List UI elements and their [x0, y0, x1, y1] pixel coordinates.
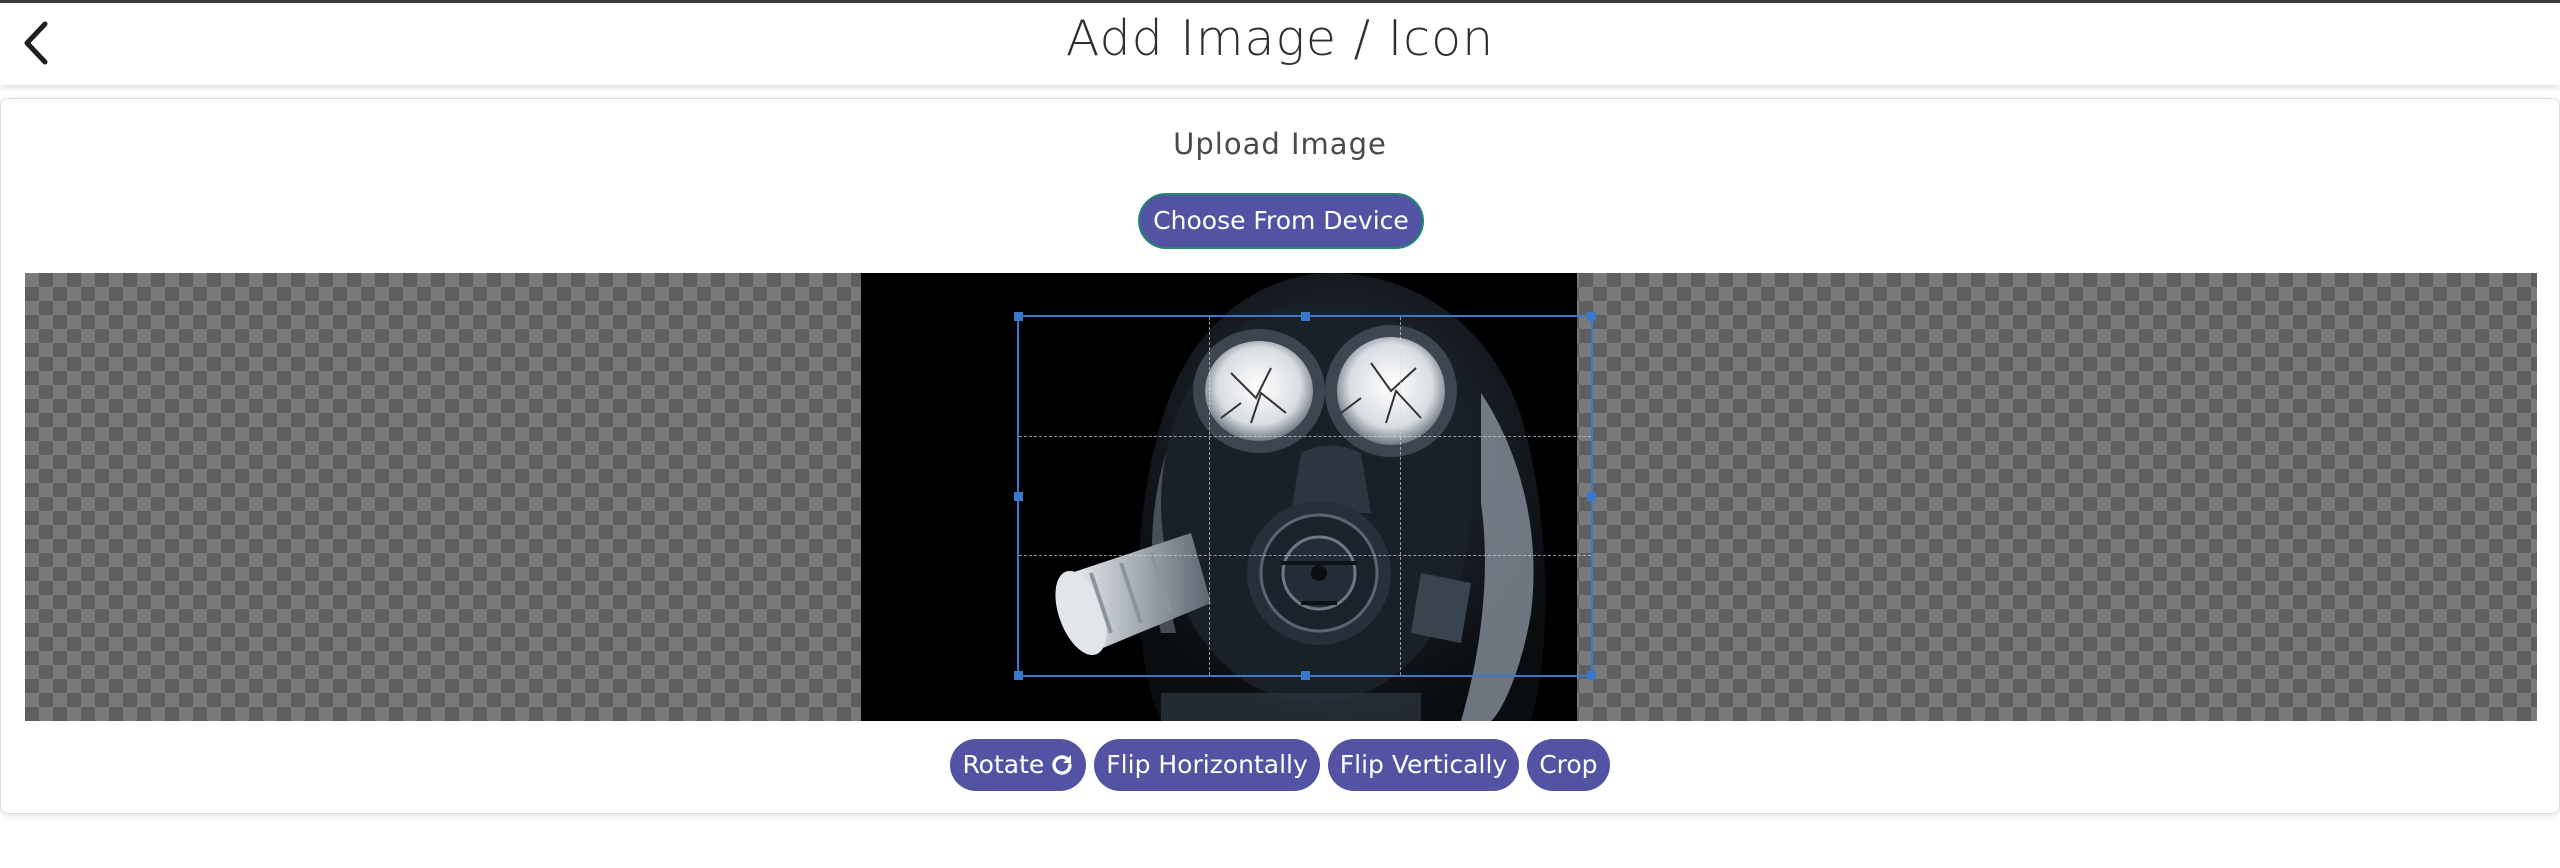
upload-image-label: Upload Image — [1173, 127, 1387, 161]
page-header: Add Image / Icon — [0, 3, 2560, 85]
flip-horizontally-button[interactable]: Flip Horizontally — [1094, 739, 1320, 791]
image-crop-editor[interactable] — [25, 273, 2537, 721]
crop-handle-left[interactable] — [1014, 492, 1023, 501]
crop-handle-right[interactable] — [1587, 492, 1596, 501]
crop-handle-top[interactable] — [1301, 312, 1310, 321]
rotate-clockwise-icon — [1052, 755, 1072, 775]
crop-gridline — [1399, 317, 1401, 675]
rotate-label: Rotate — [962, 750, 1045, 779]
crop-gridline — [1019, 555, 1591, 557]
crop-gridline — [1209, 317, 1211, 675]
upload-card: Upload Image Choose From Device Rotate F… — [0, 98, 2560, 814]
crop-handle-top-left[interactable] — [1014, 312, 1023, 321]
page-title: Add Image / Icon — [1065, 10, 1495, 67]
crop-button[interactable]: Crop — [1527, 739, 1610, 791]
crop-handle-bottom-left[interactable] — [1014, 671, 1023, 680]
crop-handle-top-right[interactable] — [1587, 312, 1596, 321]
crop-handle-bottom[interactable] — [1301, 671, 1310, 680]
image-toolbar: Rotate Flip Horizontally Flip Vertically… — [1, 739, 2559, 793]
flip-vertically-button[interactable]: Flip Vertically — [1327, 739, 1520, 791]
rotate-button[interactable]: Rotate — [950, 739, 1087, 791]
choose-from-device-button[interactable]: Choose From Device — [1138, 193, 1424, 249]
crop-handle-bottom-right[interactable] — [1587, 671, 1596, 680]
crop-gridline — [1019, 436, 1591, 438]
crop-selection-box[interactable] — [1014, 312, 1596, 680]
